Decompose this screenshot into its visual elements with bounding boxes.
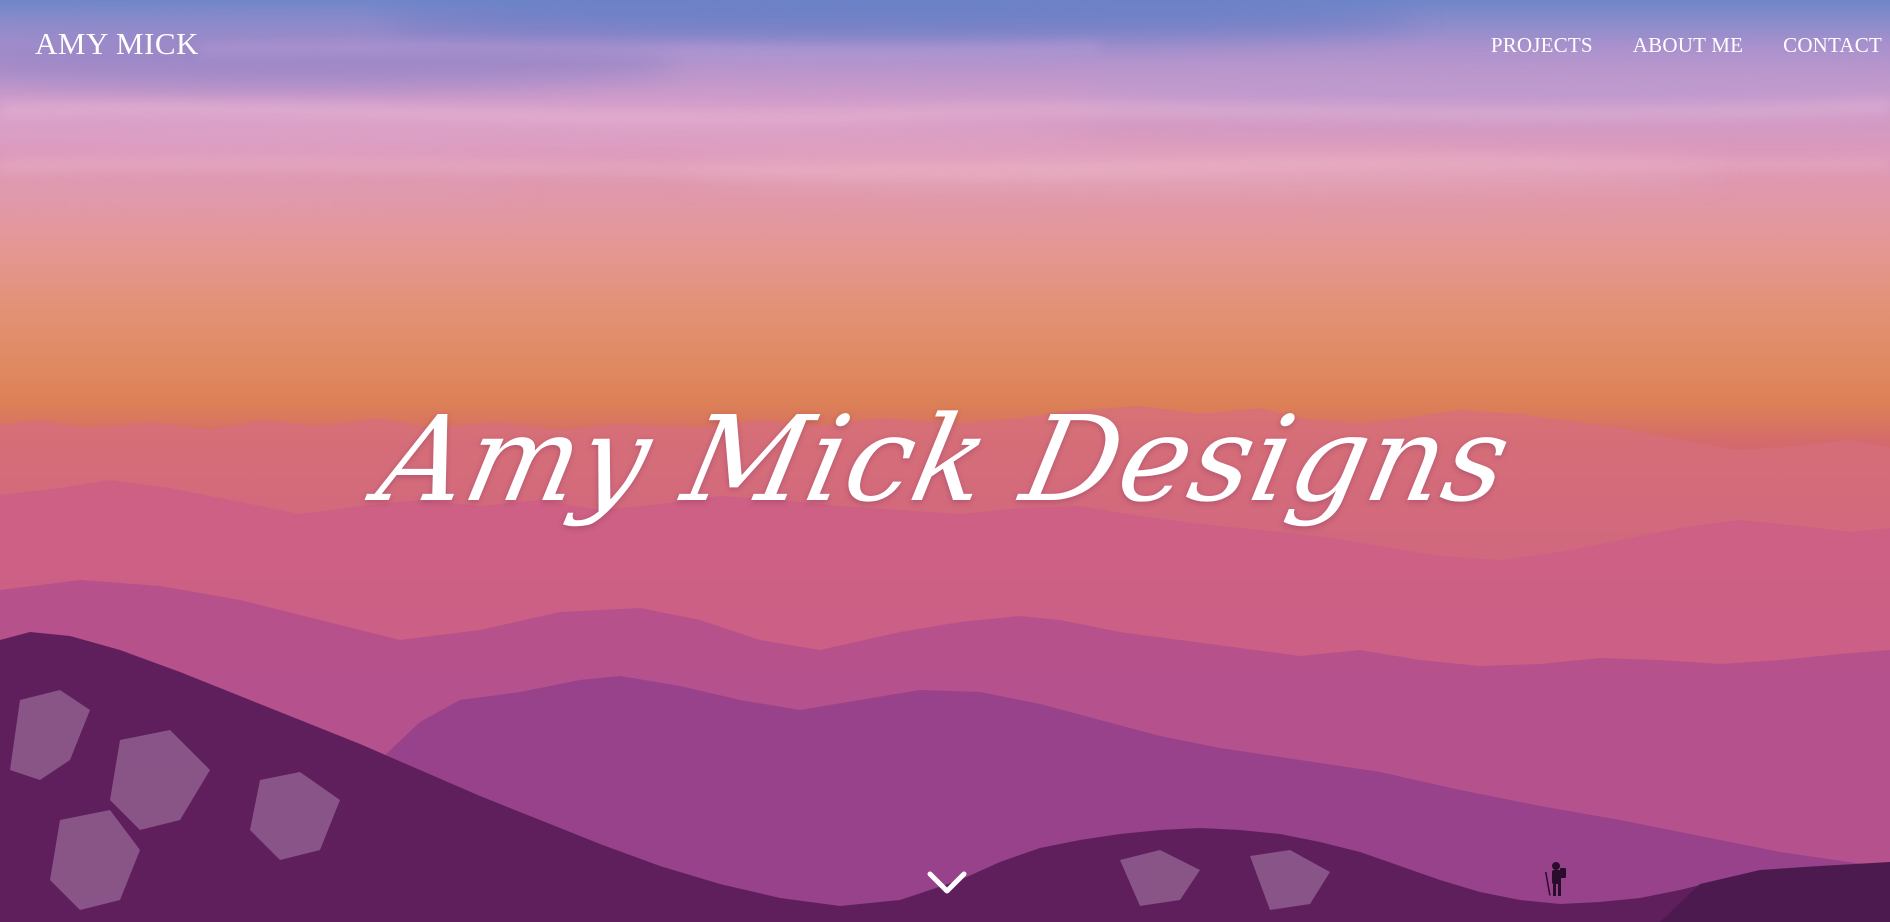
hero-section: AMY MICK PROJECTS ABOUT ME CONTACT Amy M… — [0, 0, 1890, 922]
scroll-down-button[interactable] — [926, 866, 968, 900]
nav-menu: PROJECTS ABOUT ME CONTACT — [1491, 33, 1882, 58]
nav-link-projects[interactable]: PROJECTS — [1491, 33, 1593, 58]
brand-logo-link[interactable]: AMY MICK — [35, 26, 199, 62]
nav-link-about-me[interactable]: ABOUT ME — [1633, 33, 1743, 58]
chevron-down-icon — [927, 871, 967, 894]
nav-link-contact[interactable]: CONTACT — [1783, 33, 1882, 58]
top-navigation: AMY MICK PROJECTS ABOUT ME CONTACT — [0, 0, 1890, 90]
hero-headline-container: Amy Mick Designs — [0, 390, 1890, 528]
hero-headline: Amy Mick Designs — [367, 390, 1523, 528]
